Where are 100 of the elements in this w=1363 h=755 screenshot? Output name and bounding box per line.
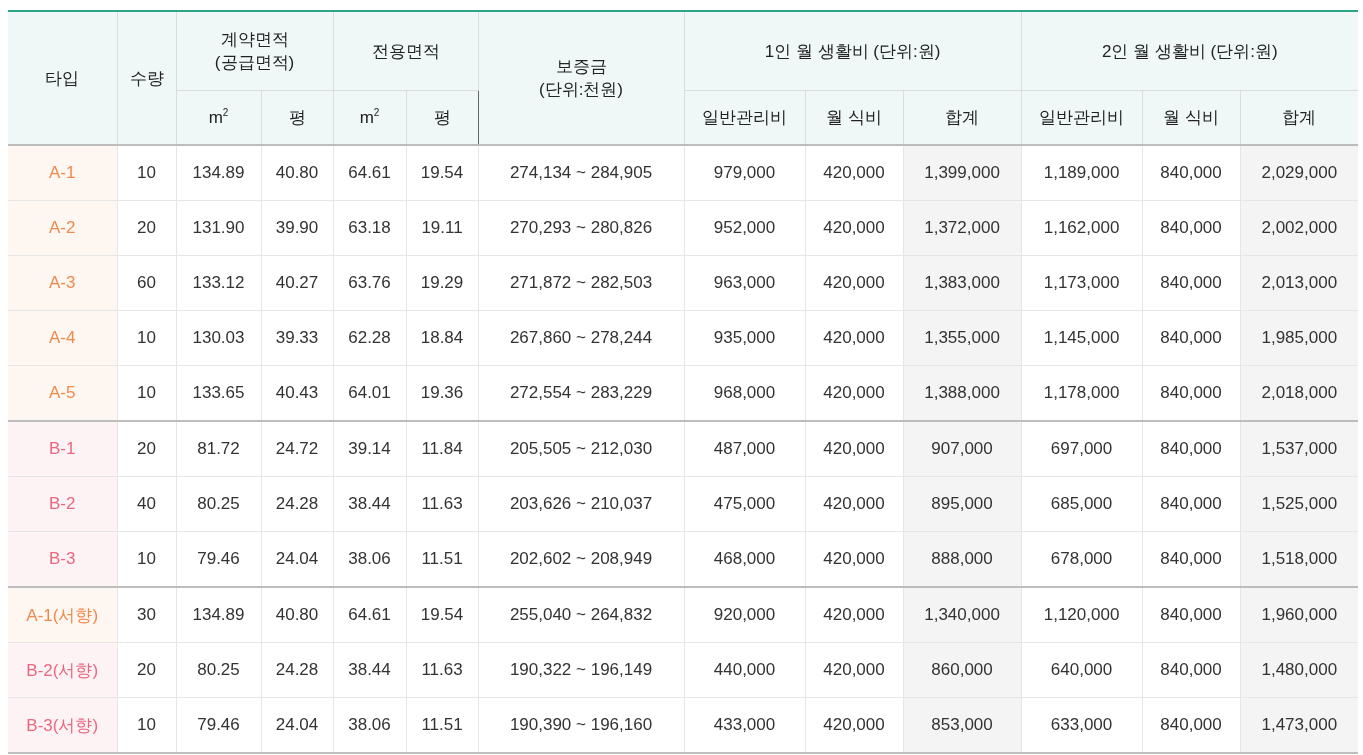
column-header: m$^{2}$ <box>333 90 406 145</box>
table-cell: 19.11 <box>406 200 478 256</box>
table-cell: 860,000 <box>903 642 1022 698</box>
table-cell: 10 <box>117 531 176 587</box>
table-cell: 267,860 ~ 278,244 <box>478 310 684 366</box>
table-cell: 840,000 <box>1142 200 1241 256</box>
table-cell: 935,000 <box>684 310 805 366</box>
table-cell: 633,000 <box>1021 697 1143 753</box>
table-cell: 80.25 <box>176 476 261 532</box>
column-header: 월 식비 <box>1142 90 1241 145</box>
table-cell: 24.28 <box>261 476 333 532</box>
table-cell: 11.63 <box>406 642 478 698</box>
table-cell: 63.18 <box>333 200 406 256</box>
table-cell: 1,480,000 <box>1240 642 1359 698</box>
table-cell: 895,000 <box>903 476 1022 532</box>
type-cell: B-3 <box>8 531 117 587</box>
table-cell: 130.03 <box>176 310 261 366</box>
table-cell: 11.51 <box>406 697 478 753</box>
table-cell: 38.06 <box>333 531 406 587</box>
table-cell: 81.72 <box>176 421 261 477</box>
table-cell: 1,173,000 <box>1021 255 1143 311</box>
table-cell: 840,000 <box>1142 587 1241 643</box>
column-header: 합계 <box>1240 90 1359 145</box>
table-cell: 40.80 <box>261 145 333 201</box>
table-cell: 20 <box>117 421 176 477</box>
column-header: 월 식비 <box>805 90 903 145</box>
table-cell: 38.06 <box>333 697 406 753</box>
table-cell: 30 <box>117 587 176 643</box>
table-cell: 420,000 <box>805 642 903 698</box>
column-header: m$^{2}$ <box>176 90 261 145</box>
table-cell: 420,000 <box>805 587 903 643</box>
table-cell: 62.28 <box>333 310 406 366</box>
table-cell: 420,000 <box>805 421 903 477</box>
table-cell: 38.44 <box>333 642 406 698</box>
column-header: 평 <box>261 90 333 145</box>
column-header: 2인 월 생활비 (단위:원) <box>1021 11 1359 91</box>
table-cell: 1,145,000 <box>1021 310 1143 366</box>
table-cell: 64.61 <box>333 587 406 643</box>
table-cell: 1,178,000 <box>1021 365 1143 421</box>
type-cell: B-2 <box>8 476 117 532</box>
table-cell: 840,000 <box>1142 310 1241 366</box>
table-cell: 853,000 <box>903 697 1022 753</box>
table-cell: 203,626 ~ 210,037 <box>478 476 684 532</box>
table-cell: 420,000 <box>805 145 903 201</box>
table-cell: 19.29 <box>406 255 478 311</box>
table-cell: 840,000 <box>1142 145 1241 201</box>
table-cell: 475,000 <box>684 476 805 532</box>
table-cell: 190,322 ~ 196,149 <box>478 642 684 698</box>
table-cell: 64.61 <box>333 145 406 201</box>
column-header: 전용면적 <box>333 11 478 91</box>
table-cell: 420,000 <box>805 310 903 366</box>
table-cell: 487,000 <box>684 421 805 477</box>
table-cell: 1,372,000 <box>903 200 1022 256</box>
table-cell: 133.12 <box>176 255 261 311</box>
table-cell: 433,000 <box>684 697 805 753</box>
table-cell: 63.76 <box>333 255 406 311</box>
table-cell: 190,390 ~ 196,160 <box>478 697 684 753</box>
table-cell: 11.51 <box>406 531 478 587</box>
table-cell: 1,162,000 <box>1021 200 1143 256</box>
table-cell: 1,383,000 <box>903 255 1022 311</box>
type-cell: B-3(서향) <box>8 697 117 753</box>
table-cell: 134.89 <box>176 587 261 643</box>
table-cell: 840,000 <box>1142 642 1241 698</box>
table-cell: 272,554 ~ 283,229 <box>478 365 684 421</box>
table-cell: 19.36 <box>406 365 478 421</box>
table-cell: 24.28 <box>261 642 333 698</box>
column-header: 합계 <box>903 90 1022 145</box>
type-cell: B-1 <box>8 421 117 477</box>
table-cell: 10 <box>117 697 176 753</box>
table-cell: 685,000 <box>1021 476 1143 532</box>
table-cell: 1,985,000 <box>1240 310 1359 366</box>
table-cell: 888,000 <box>903 531 1022 587</box>
table-cell: 64.01 <box>333 365 406 421</box>
table-cell: 39.33 <box>261 310 333 366</box>
table-cell: 907,000 <box>903 421 1022 477</box>
table-cell: 40.27 <box>261 255 333 311</box>
table-cell: 11.63 <box>406 476 478 532</box>
table-cell: 20 <box>117 642 176 698</box>
table-cell: 134.89 <box>176 145 261 201</box>
type-cell: A-3 <box>8 255 117 311</box>
column-header: 평 <box>406 90 478 145</box>
table-cell: 420,000 <box>805 476 903 532</box>
type-cell: A-2 <box>8 200 117 256</box>
table-cell: 19.54 <box>406 587 478 643</box>
table-cell: 10 <box>117 310 176 366</box>
table-cell: 24.72 <box>261 421 333 477</box>
table-cell: 131.90 <box>176 200 261 256</box>
table-cell: 205,505 ~ 212,030 <box>478 421 684 477</box>
column-header: 계약면적 (공급면적) <box>176 11 333 91</box>
type-cell: A-1 <box>8 145 117 201</box>
table-cell: 1,388,000 <box>903 365 1022 421</box>
table-cell: 1,355,000 <box>903 310 1022 366</box>
table-cell: 1,518,000 <box>1240 531 1359 587</box>
table-cell: 979,000 <box>684 145 805 201</box>
table-cell: 79.46 <box>176 531 261 587</box>
table-cell: 968,000 <box>684 365 805 421</box>
column-header: 일반관리비 <box>684 90 805 145</box>
table-cell: 10 <box>117 145 176 201</box>
table-cell: 39.14 <box>333 421 406 477</box>
table-cell: 38.44 <box>333 476 406 532</box>
